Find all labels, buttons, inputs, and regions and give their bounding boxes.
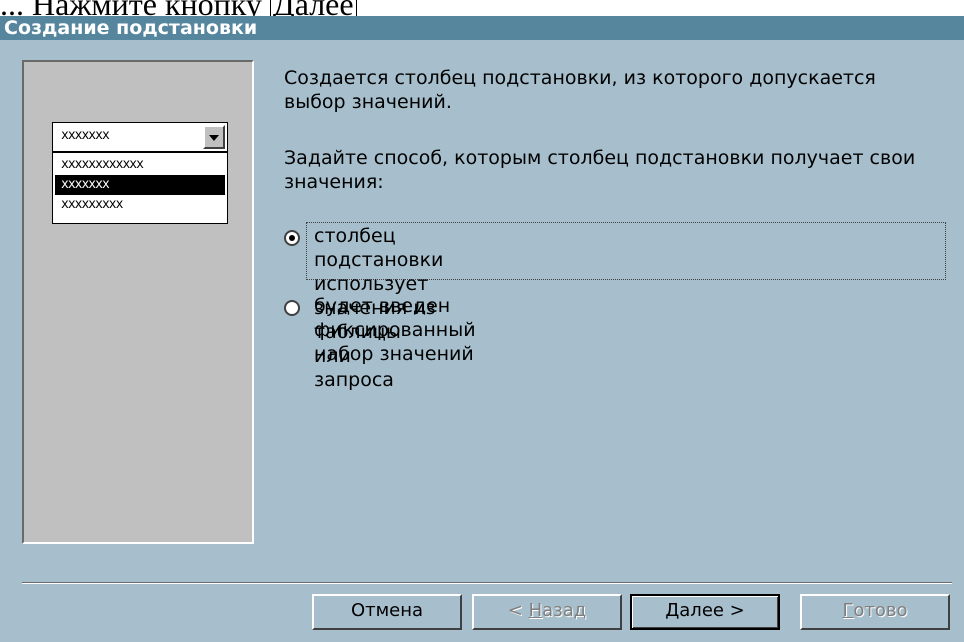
radio-fixed-list[interactable] <box>284 300 300 316</box>
separator-line <box>22 582 952 584</box>
preview-panel: xxxxxxx xxxxxxxxxxxx xxxxxxx xxxxxxxxx <box>22 60 254 544</box>
preview-list: xxxxxxxxxxxx xxxxxxx xxxxxxxxx <box>52 152 228 224</box>
preview-list-item: xxxxxxxxx <box>61 197 123 212</box>
back-button[interactable]: < Назад <box>472 594 622 630</box>
next-label: алее > <box>679 600 745 621</box>
preview-list-item-selected: xxxxxxx <box>55 175 225 195</box>
preview-list-item: xxxxxxxxxxxx <box>61 157 144 172</box>
prompt-line-2: значения: <box>284 171 384 193</box>
radio-table-query[interactable] <box>284 230 300 246</box>
finish-accel: Г <box>842 600 854 621</box>
finish-label: отово <box>853 600 908 621</box>
lookup-wizard-dialog: Создание подстановки xxxxxxx xxxxxxxxxxx… <box>0 16 964 642</box>
preview-combo-value: xxxxxxx <box>61 128 110 143</box>
radio-checked-dot <box>289 235 295 241</box>
option-label[interactable]: будет введен фиксированный набор значени… <box>314 294 476 366</box>
cancel-button[interactable]: Отмена <box>312 594 462 630</box>
next-button[interactable]: Далее > <box>630 594 780 630</box>
back-prefix: < <box>507 600 529 621</box>
option-2-line-1: будет введен фиксированный набор значени… <box>314 295 476 365</box>
option-1-line-2: запроса <box>314 369 394 391</box>
prompt-line-1: Задайте способ, которым столбец подстано… <box>284 147 916 169</box>
window-title: Создание подстановки <box>4 17 258 39</box>
preview-combo-box: xxxxxxx <box>52 122 228 152</box>
back-accel: Н <box>528 600 543 621</box>
title-bar[interactable]: Создание подстановки <box>0 16 964 40</box>
intro-text: Создается столбец подстановки, из которо… <box>284 66 876 114</box>
intro-line-2: выбор значений. <box>284 91 452 113</box>
prompt-text: Задайте способ, которым столбец подстано… <box>284 146 915 194</box>
dropdown-arrow-icon <box>203 125 225 149</box>
intro-line-1: Создается столбец подстановки, из которо… <box>284 67 876 89</box>
finish-button[interactable]: Готово <box>800 594 950 630</box>
next-accel: Д <box>665 600 680 621</box>
back-label: азад <box>542 600 587 621</box>
